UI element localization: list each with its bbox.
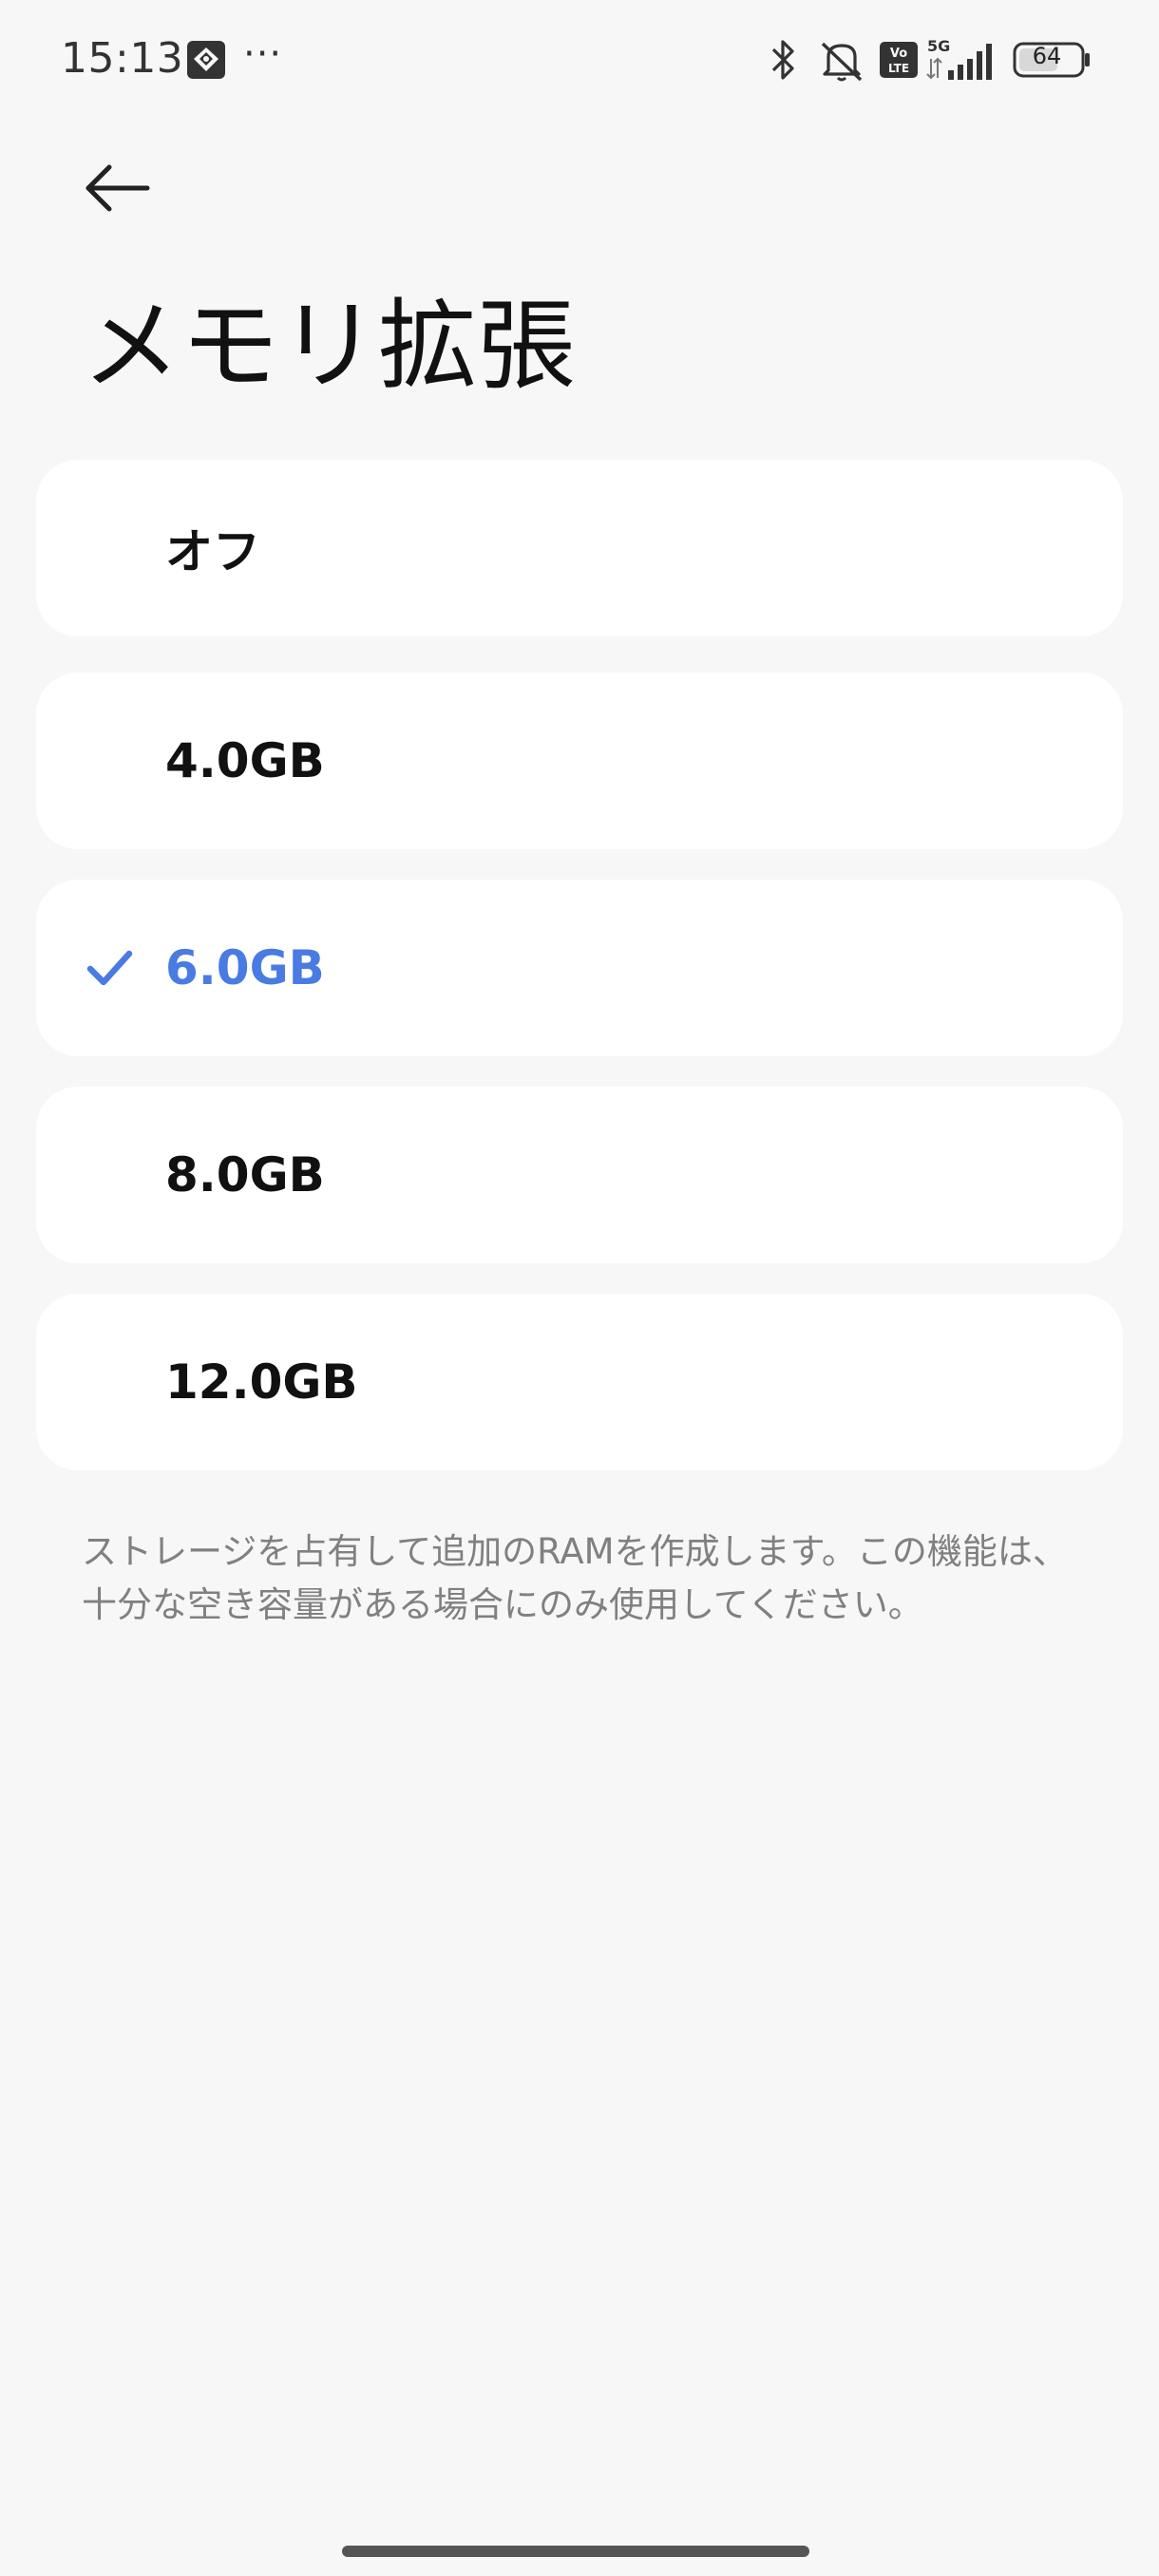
description-text: ストレージを占有して追加のRAMを作成します。この機能は、十分な空き容量がある場… xyxy=(82,1531,1068,1625)
svg-text:Vo: Vo xyxy=(890,47,907,61)
option-label: 12.0GB xyxy=(165,1354,358,1410)
arrow-left-icon xyxy=(86,164,150,212)
status-more-icon: ··· xyxy=(243,32,283,76)
svg-text:5G: 5G xyxy=(927,37,950,55)
option-8gb[interactable]: 8.0GB xyxy=(36,1087,1123,1263)
option-off[interactable]: オフ xyxy=(36,460,1123,636)
home-indicator[interactable] xyxy=(342,2546,809,2557)
signal-5g-icon: 5G xyxy=(926,37,992,80)
option-label: 4.0GB xyxy=(165,733,325,788)
bluetooth-icon xyxy=(771,40,794,80)
option-12gb[interactable]: 12.0GB xyxy=(36,1294,1123,1470)
checkmark-icon xyxy=(86,950,133,986)
option-6gb[interactable]: 6.0GB xyxy=(36,880,1123,1056)
mute-icon xyxy=(821,42,863,82)
gallery-app-icon xyxy=(187,41,225,79)
option-label: 8.0GB xyxy=(165,1147,325,1203)
status-time: 15:13 xyxy=(61,34,184,83)
battery-level: 64 xyxy=(1032,43,1062,69)
screen: 15:13 ··· Vo LTE 5G 64 メモリ拡張 オフ 4.0GB 6.… xyxy=(0,0,1159,2576)
page-title: メモリ拡張 xyxy=(82,288,577,404)
option-4gb[interactable]: 4.0GB xyxy=(36,672,1123,849)
volte-icon: Vo LTE xyxy=(880,42,918,78)
svg-text:LTE: LTE xyxy=(888,62,909,75)
status-bar: 15:13 ··· Vo LTE 5G 64 xyxy=(0,0,1159,114)
option-label: 6.0GB xyxy=(165,940,325,995)
option-label: オフ xyxy=(165,524,260,579)
back-button[interactable] xyxy=(74,152,160,224)
